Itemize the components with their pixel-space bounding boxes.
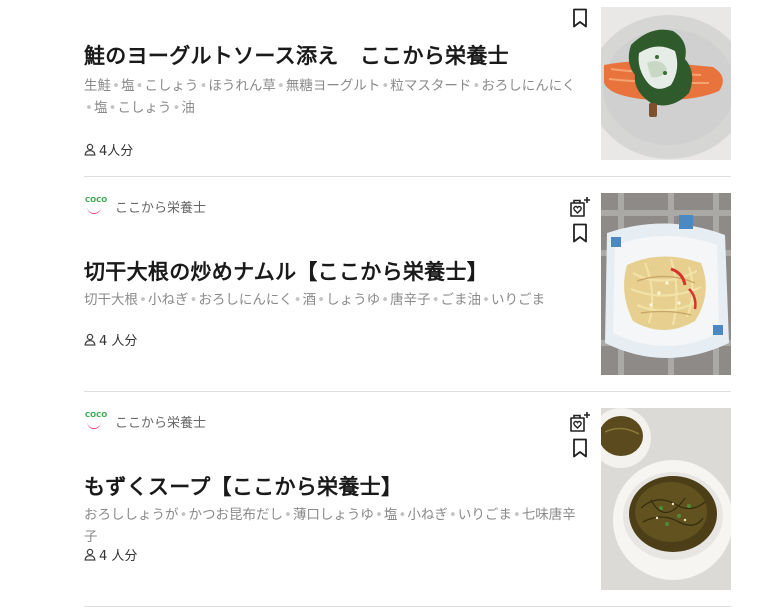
ingredient-item: かつお昆布だし: [188, 507, 283, 523]
ingredient-separator: •: [283, 507, 292, 523]
servings-info: 4 人分: [84, 330, 137, 349]
ingredient-separator: •: [448, 507, 457, 523]
recipe-image[interactable]: [601, 408, 731, 590]
ingredient-separator: •: [317, 292, 326, 308]
author-logo: COCO: [84, 411, 107, 431]
ingredient-separator: •: [189, 292, 198, 308]
ingredient-separator: •: [276, 78, 285, 94]
bookmark-button[interactable]: [568, 221, 592, 245]
recipe-title[interactable]: 鮭のヨーグルトソース添え ここから栄養士: [84, 40, 509, 70]
recipe-title[interactable]: 切干大根の炒めナムル【ここから栄養士】: [84, 256, 488, 286]
ingredient-separator: •: [179, 507, 188, 523]
ingredient-separator: •: [85, 100, 93, 116]
servings-text: 4 人分: [99, 549, 138, 564]
ingredient-item: 酒: [302, 292, 317, 308]
author[interactable]: COCO ここから栄養士: [84, 411, 206, 431]
recipe-ingredients: 生鮭•塩•こしょう•ほうれん草•無糖ヨーグルト•粒マスタード•おろしにんにく•塩…: [84, 75, 584, 119]
ingredient-item: おろしにんにく: [481, 78, 576, 94]
ingredient-item: こしょう: [144, 78, 199, 94]
servings-info: 4人分: [84, 140, 133, 159]
ingredient-item: 塩: [93, 100, 108, 116]
person-icon: [84, 143, 96, 156]
ingredient-separator: •: [381, 78, 390, 94]
cook-log-heart-icon: [570, 412, 590, 432]
ingredient-item: 塩: [120, 78, 135, 94]
servings-info: 4 人分: [84, 545, 137, 564]
divider: [84, 606, 731, 607]
ingredient-item: いりごま: [491, 292, 546, 308]
recipe-image[interactable]: [601, 7, 731, 160]
ingredient-item: こしょう: [117, 100, 172, 116]
recipe-ingredients: おろししょうが•かつお昆布だし•薄口しょうゆ•塩•小ねぎ•いりごま•七味唐辛子: [84, 504, 584, 548]
recipe-card-1[interactable]: 鮭のヨーグルトソース添え ここから栄養士 生鮭•塩•こしょう•ほうれん草•無糖ヨ…: [84, 0, 731, 176]
ingredient-separator: •: [482, 292, 491, 308]
bookmark-button[interactable]: [568, 6, 592, 30]
ingredient-item: 唐辛子: [390, 292, 431, 308]
ingredient-separator: •: [398, 507, 407, 523]
kiriboshi-daikon-photo: [601, 193, 731, 375]
author-name[interactable]: ここから栄養士: [115, 412, 206, 431]
ingredient-item: 生鮭: [84, 78, 111, 94]
author-name[interactable]: ここから栄養士: [115, 197, 206, 216]
ingredient-item: 塩: [383, 507, 398, 523]
ingredient-separator: •: [139, 292, 147, 308]
ingredient-separator: •: [293, 292, 302, 308]
ingredient-item: おろしにんにく: [198, 292, 293, 308]
ingredient-separator: •: [512, 507, 521, 523]
author-logo: COCO: [84, 196, 107, 216]
recipe-card-3[interactable]: COCO ここから栄養士 もずくスープ【ここから栄養士】 おろししょうが•かつお…: [84, 392, 731, 606]
recipe-ingredients: 切干大根•小ねぎ•おろしにんにく•酒•しょうゆ•唐辛子•ごま油•いりごま: [84, 289, 584, 311]
bookmark-icon: [573, 8, 587, 28]
servings-text: 4人分: [99, 144, 134, 159]
author[interactable]: COCO ここから栄養士: [84, 196, 206, 216]
ingredient-item: ごま油: [440, 292, 482, 308]
ingredient-item: おろししょうが: [84, 507, 179, 523]
bookmark-icon: [573, 438, 587, 458]
ingredient-separator: •: [431, 292, 440, 308]
ingredient-separator: •: [374, 507, 383, 523]
ingredient-separator: •: [172, 100, 181, 116]
ingredient-item: 切干大根: [84, 292, 138, 308]
person-icon: [84, 548, 96, 561]
mozuku-soup-photo: [601, 408, 731, 590]
recipe-image[interactable]: [601, 193, 731, 375]
ingredient-item: 油: [181, 100, 195, 116]
bookmark-icon: [573, 223, 587, 243]
cook-log-button[interactable]: [568, 410, 592, 434]
ingredient-item: いりごま: [457, 507, 512, 523]
ingredient-item: 小ねぎ: [147, 292, 189, 308]
servings-text: 4 人分: [99, 334, 138, 349]
recipe-title[interactable]: もずくスープ【ここから栄養士】: [84, 471, 402, 501]
ingredient-separator: •: [472, 78, 481, 94]
ingredient-separator: •: [108, 100, 117, 116]
bookmark-button[interactable]: [568, 436, 592, 460]
ingredient-item: しょうゆ: [326, 292, 381, 308]
ingredient-item: 薄口しょうゆ: [292, 507, 374, 523]
recipe-card-2[interactable]: COCO ここから栄養士 切干大根の炒めナムル【ここから栄養士】 切干大根•小ね…: [84, 177, 731, 391]
ingredient-item: 無糖ヨーグルト: [285, 78, 381, 94]
cook-log-button[interactable]: [568, 195, 592, 219]
salmon-dish-photo: [601, 7, 731, 160]
ingredient-item: 粒マスタード: [390, 78, 472, 94]
ingredient-item: ほうれん草: [208, 78, 276, 94]
ingredient-separator: •: [381, 292, 390, 308]
ingredient-separator: •: [112, 78, 120, 94]
ingredient-item: 小ねぎ: [407, 507, 448, 523]
ingredient-separator: •: [199, 78, 208, 94]
ingredient-separator: •: [135, 78, 144, 94]
person-icon: [84, 333, 96, 346]
cook-log-heart-icon: [570, 197, 590, 217]
